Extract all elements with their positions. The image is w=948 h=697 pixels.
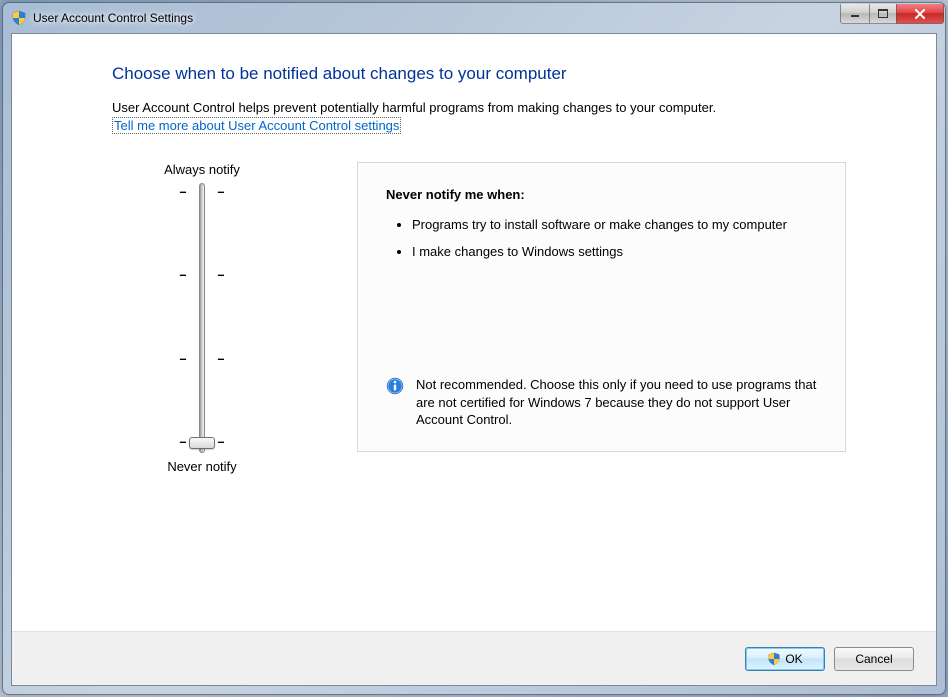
cancel-button[interactable]: Cancel [834,647,914,671]
window-controls [841,4,944,24]
window-title: User Account Control Settings [33,11,193,25]
ok-button[interactable]: OK [745,647,825,671]
uac-shield-icon [767,652,781,666]
detail-bullet-list: Programs try to install software or make… [386,216,817,271]
slider-bottom-label: Never notify [127,459,277,474]
page-heading: Choose when to be notified about changes… [112,64,846,84]
ok-button-label: OK [785,652,802,666]
uac-shield-icon [11,10,27,26]
notification-slider[interactable]: –– –– –– –– [172,183,232,453]
maximize-button[interactable] [869,4,897,24]
close-button[interactable] [896,4,944,24]
detail-bullet: Programs try to install software or make… [412,216,817,234]
titlebar[interactable]: User Account Control Settings [3,3,945,33]
page-description: User Account Control helps prevent poten… [112,100,846,117]
detail-heading: Never notify me when: [386,187,817,202]
window-client-area: Choose when to be notified about changes… [11,33,937,686]
info-icon [386,377,404,395]
slider-thumb[interactable] [189,437,215,449]
uac-settings-window: User Account Control Settings Choose whe… [2,2,946,695]
learn-more-link[interactable]: Tell me more about User Account Control … [112,117,401,134]
content-area: Choose when to be notified about changes… [12,34,936,631]
slider-top-label: Always notify [127,162,277,177]
minimize-button[interactable] [840,4,870,24]
cancel-button-label: Cancel [855,652,892,666]
button-bar: OK Cancel [12,631,936,685]
warning-text: Not recommended. Choose this only if you… [416,376,817,429]
notification-detail-panel: Never notify me when: Programs try to in… [357,162,846,452]
detail-bullet: I make changes to Windows settings [412,243,817,261]
notification-slider-column: Always notify –– –– –– –– Never notify [127,162,277,480]
